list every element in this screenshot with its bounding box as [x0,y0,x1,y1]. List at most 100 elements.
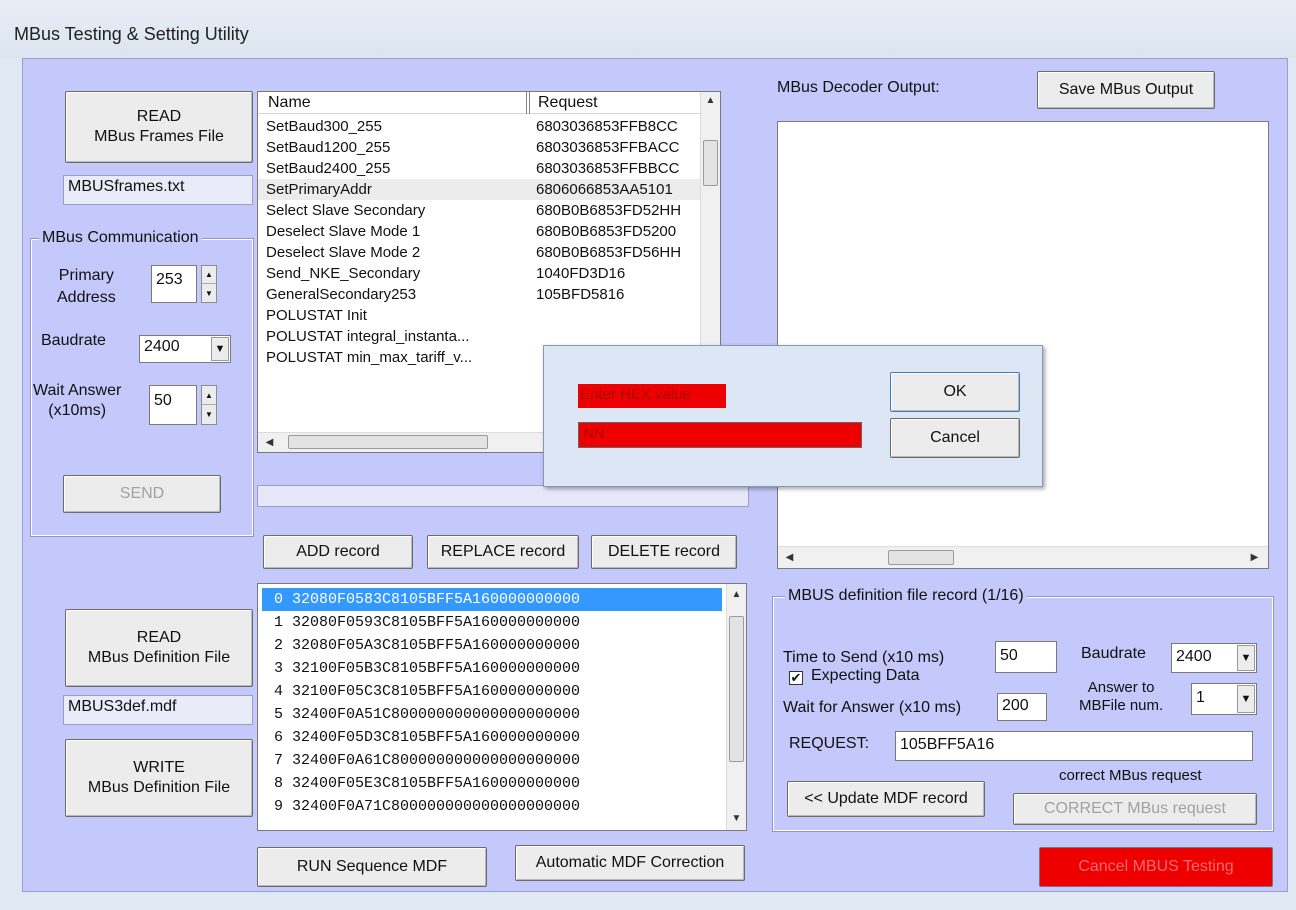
delete-record-button[interactable]: DELETE record [591,535,737,569]
wait-answer-input[interactable]: 50 [149,385,197,425]
table-row[interactable]: Deselect Slave Mode 1 680B0B6853FD5200 [258,221,700,242]
row-name: GeneralSecondary253 [266,286,417,303]
spin-down-icon[interactable]: ▼ [202,284,216,302]
update-mdf-record-button[interactable]: << Update MDF record [787,781,985,817]
mdf-records-list[interactable]: 0 32080F0583C8105BFF5A160000000000 1 3208… [257,583,747,831]
list-item[interactable]: 3 32100F05B3C8105BFF5A160000000000 [262,657,722,680]
wait-answer-spinner[interactable]: ▲ ▼ [201,385,217,425]
list-item[interactable]: 1 32080F0593C8105BFF5A160000000000 [262,611,722,634]
correct-request-hint: correct MBus request [1059,767,1202,784]
send-button[interactable]: SEND [63,475,221,513]
wait-answer-label: Wait Answer (x10ms) [33,382,122,419]
correct-request-button[interactable]: CORRECT MBus request [1013,793,1257,825]
scroll-up-icon[interactable]: ▲ [701,92,720,110]
table-row[interactable]: SetBaud2400_255 6803036853FFBBCC [258,158,700,179]
baudrate-value: 2400 [144,338,180,355]
primary-address-input[interactable]: 253 [151,265,197,303]
row-request: 680B0B6853FD52HH [536,202,682,219]
frames-file-name: MBUSframes.txt [63,175,253,205]
table-row[interactable]: GeneralSecondary253 105BFD5816 [258,284,700,305]
list-item[interactable]: 6 32400F05D3C8105BFF5A160000000000 [262,726,722,749]
mdf-record-text: 8 32400F05E3C8105BFF5A160000000000 [274,775,581,792]
scroll-thumb[interactable] [703,140,718,186]
row-name: SetPrimaryAddr [266,181,372,198]
scroll-right-icon[interactable]: ▶ [1245,549,1264,567]
definition-baudrate-value: 2400 [1176,648,1212,665]
decoder-output-label: MBus Decoder Output: [777,79,940,96]
row-request: 6806066853AA5101 [536,181,673,198]
spin-down-icon[interactable]: ▼ [202,405,216,424]
add-record-button[interactable]: ADD record [263,535,413,569]
run-sequence-button[interactable]: RUN Sequence MDF [257,847,487,887]
communication-legend: MBus Communication [39,229,202,247]
table-row[interactable]: Select Slave Secondary 680B0B6853FD52HH [258,200,700,221]
chevron-down-icon[interactable]: ▼ [211,337,229,361]
table-row[interactable]: POLUSTAT Init [258,305,700,326]
table-row[interactable]: Deselect Slave Mode 2 680B0B6853FD56HH [258,242,700,263]
list-item[interactable]: 7 32400F0A61C800000000000000000000 [262,749,722,772]
automatic-correction-button[interactable]: Automatic MDF Correction [515,845,745,881]
spin-up-icon[interactable]: ▲ [202,266,216,284]
primary-address-spinner[interactable]: ▲ ▼ [201,265,217,303]
cancel-testing-button[interactable]: Cancel MBUS Testing [1039,847,1273,887]
column-header-name[interactable]: Name [268,94,311,112]
wait-for-answer-label: Wait for Answer (x10 ms) [783,699,962,716]
row-name: SetBaud1200_255 [266,139,391,156]
table-row[interactable]: SetBaud1200_255 6803036853FFBACC [258,137,700,158]
row-name: POLUSTAT min_max_tariff_v... [266,349,473,366]
table-row[interactable]: SetBaud300_255 6803036853FFB8CC [258,116,700,137]
table-row[interactable]: Send_NKE_Secondary 1040FD3D16 [258,263,700,284]
write-definition-file-button[interactable]: WRITE MBus Definition File [65,739,253,817]
read-definition-file-button[interactable]: READ MBus Definition File [65,609,253,687]
window-titlebar: MBus Testing & Setting Utility [0,0,1296,58]
column-header-request[interactable]: Request [538,94,598,112]
list-item[interactable]: 8 32400F05E3C8105BFF5A160000000000 [262,772,722,795]
scroll-left-icon[interactable]: ◀ [780,549,799,567]
list-item[interactable]: 9 32400F0A71C800000000000000000000 [262,795,722,818]
chevron-down-icon[interactable]: ▼ [1237,645,1255,671]
answer-to-label: Answer to MBFile num. [1079,679,1164,714]
scroll-thumb[interactable] [888,550,954,565]
mdf-record-text: 0 32080F0583C8105BFF5A160000000000 [274,591,581,608]
list-item[interactable]: 4 32100F05C3C8105BFF5A160000000000 [262,680,722,703]
scroll-left-icon[interactable]: ◀ [260,434,279,452]
chevron-down-icon[interactable]: ▼ [1237,685,1255,713]
definition-baudrate-select[interactable]: 2400 ▼ [1171,643,1257,673]
frames-list-header: Name Request [258,92,700,114]
scroll-down-icon[interactable]: ▼ [727,810,746,828]
spin-up-icon[interactable]: ▲ [202,386,216,405]
row-request: 105BFD5816 [536,286,625,303]
list-item[interactable]: 0 32080F0583C8105BFF5A160000000000 [262,588,722,611]
dialog-ok-button[interactable]: OK [890,372,1020,412]
request-input[interactable]: 105BFF5A16 [895,731,1253,761]
dialog-cancel-button[interactable]: Cancel [890,418,1020,458]
row-name: Deselect Slave Mode 1 [266,223,421,240]
replace-record-button[interactable]: REPLACE record [427,535,579,569]
decoder-horizontal-scrollbar[interactable]: ◀ ▶ [778,546,1268,568]
wait-for-answer-input[interactable]: 200 [997,693,1047,721]
expecting-data-label: Expecting Data [811,667,920,684]
read-frames-file-button[interactable]: READ MBus Frames File [65,91,253,163]
window-title: MBus Testing & Setting Utility [14,24,249,44]
list-item[interactable]: 2 32080F05A3C8105BFF5A160000000000 [262,634,722,657]
expecting-data-checkbox[interactable]: ✔ [789,671,803,685]
table-row[interactable]: POLUSTAT integral_instanta... [258,326,700,347]
mdf-record-text: 5 32400F0A51C800000000000000000000 [274,706,581,723]
mdf-vertical-scrollbar[interactable]: ▲ ▼ [726,584,746,830]
list-item[interactable]: 5 32400F0A51C800000000000000000000 [262,703,722,726]
scroll-thumb[interactable] [729,616,744,762]
baudrate-select[interactable]: 2400 ▼ [139,335,231,363]
mdf-record-text: 7 32400F0A61C800000000000000000000 [274,752,581,769]
dialog-prompt: Enter HEX value [578,384,726,408]
mdf-record-text: 9 32400F0A71C800000000000000000000 [274,798,581,815]
table-row[interactable]: SetPrimaryAddr 6806066853AA5101 [258,179,700,200]
scroll-thumb[interactable] [288,435,488,449]
answer-to-select[interactable]: 1 ▼ [1191,683,1257,715]
save-output-button[interactable]: Save MBus Output [1037,71,1215,109]
status-bar [257,485,749,507]
primary-address-label: Primary Address [57,267,116,306]
dialog-value-input[interactable]: NN [578,422,862,448]
scroll-up-icon[interactable]: ▲ [727,586,746,604]
time-to-send-input[interactable]: 50 [995,641,1057,673]
row-name: SetBaud2400_255 [266,160,391,177]
